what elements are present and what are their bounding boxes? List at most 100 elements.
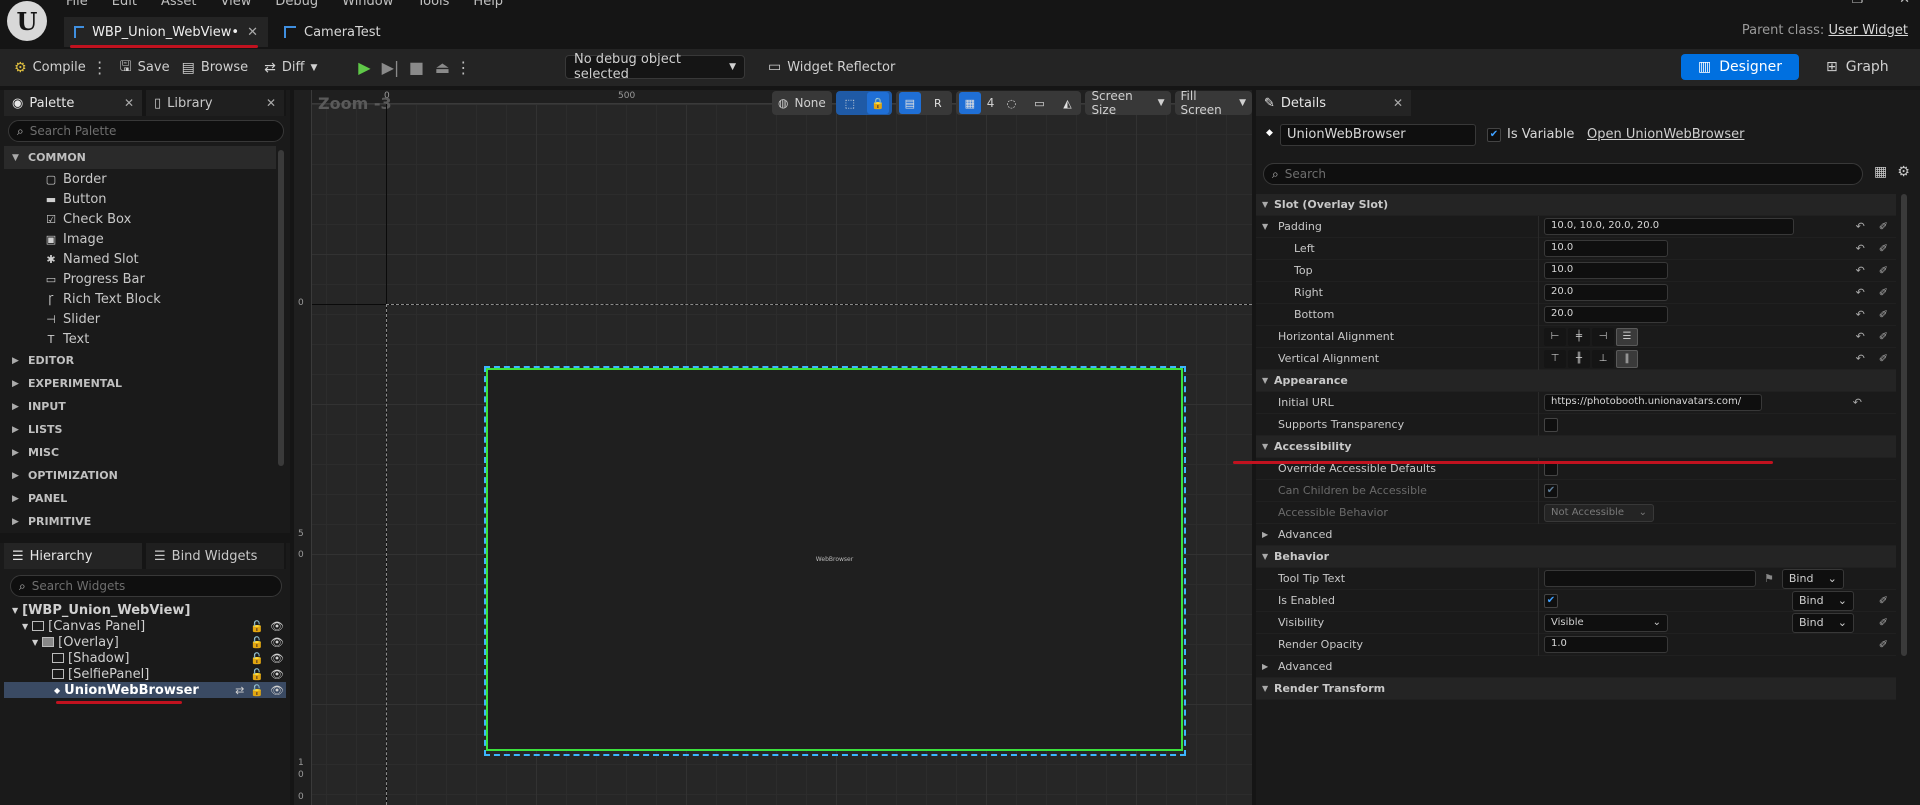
category-input[interactable]: ▶ INPUT: [4, 395, 276, 418]
tab-hierarchy[interactable]: ☰ Hierarchy: [4, 543, 142, 569]
tree-row-canvas-panel[interactable]: ▼ [Canvas Panel] 🔓 👁: [4, 618, 286, 634]
visibility-select[interactable]: Visible ⌄: [1544, 613, 1668, 632]
widget-name-input[interactable]: UnionWebBrowser: [1280, 124, 1476, 146]
menu-window[interactable]: Window: [342, 0, 393, 10]
browse-button[interactable]: ▤ Browse: [176, 54, 255, 82]
section-accessibility[interactable]: ▼ Accessibility: [1256, 436, 1896, 458]
close-icon[interactable]: ✕: [247, 25, 258, 40]
lock-icon[interactable]: 🔓: [250, 636, 264, 649]
category-editor[interactable]: ▶ EDITOR: [4, 349, 276, 372]
align-top-icon[interactable]: ⊤: [1544, 349, 1566, 368]
reset-icon[interactable]: ↶: [1856, 220, 1865, 233]
category-misc[interactable]: ▶ MISC: [4, 441, 276, 464]
close-window-icon[interactable]: ✕: [1899, 0, 1910, 7]
tree-row-selfie-panel[interactable]: [SelfiePanel] 🔓 👁: [4, 666, 286, 682]
diff-button[interactable]: ⇄ Diff ▼: [258, 54, 323, 82]
render-opacity-input[interactable]: 1.0: [1544, 636, 1668, 653]
padding-left-input[interactable]: 10.0: [1544, 240, 1668, 257]
gear-icon[interactable]: ⚙: [1897, 164, 1910, 180]
parent-class-link[interactable]: User Widget: [1828, 23, 1908, 38]
web-browser-widget[interactable]: WebBrowser: [486, 368, 1183, 751]
palette-item-checkbox[interactable]: ☑ Check Box: [4, 209, 276, 229]
menu-debug[interactable]: Debug: [275, 0, 318, 10]
visibility-bind-button[interactable]: Bind ⌄: [1792, 612, 1854, 633]
table-view-icon[interactable]: ▦: [1874, 164, 1887, 180]
section-behavior[interactable]: ▼ Behavior: [1256, 546, 1896, 568]
close-icon[interactable]: ✕: [1393, 96, 1403, 110]
reset-icon[interactable]: ↶: [1856, 286, 1865, 299]
play-options-icon[interactable]: ⋮: [455, 58, 471, 77]
reset-icon[interactable]: ↶: [1856, 242, 1865, 255]
section-render-transform[interactable]: ▼ Render Transform: [1256, 678, 1896, 700]
maximize-icon[interactable]: ❐: [1851, 0, 1863, 7]
compile-options-icon[interactable]: ⋮: [92, 58, 108, 77]
align-fill-icon[interactable]: ☰: [1616, 327, 1638, 346]
is-enabled-checkbox[interactable]: ✔: [1544, 593, 1558, 608]
lock-icon[interactable]: 🔓: [250, 620, 264, 633]
reset-icon[interactable]: ↶: [1856, 264, 1865, 277]
screen-size-dropdown[interactable]: Screen Size ▼: [1085, 90, 1171, 117]
initial-url-input[interactable]: https://photobooth.unionavatars.com/: [1544, 394, 1762, 411]
eyedropper-icon[interactable]: ✐: [1879, 286, 1888, 299]
tooltip-bind-button[interactable]: Bind ⌄: [1781, 568, 1844, 589]
category-optimization[interactable]: ▶ OPTIMIZATION: [4, 464, 276, 487]
tree-row-root[interactable]: ▼ [WBP_Union_WebView]: [4, 602, 286, 618]
reset-icon[interactable]: ↶: [1856, 330, 1865, 343]
padding-input[interactable]: 10.0, 10.0, 20.0, 20.0: [1544, 218, 1794, 235]
align-center-icon[interactable]: ╪: [1568, 327, 1590, 346]
details-scrollbar[interactable]: [1901, 194, 1907, 656]
preview-image-icon[interactable]: ▭: [1028, 92, 1050, 114]
is-enabled-bind-button[interactable]: Bind ⌄: [1792, 590, 1854, 611]
tab-bind-widgets[interactable]: ☰ Bind Widgets: [146, 543, 284, 569]
palette-item-slider[interactable]: ⊣ Slider: [4, 309, 276, 329]
category-lists[interactable]: ▶ LISTS: [4, 418, 276, 441]
eyedropper-icon[interactable]: ✐: [1879, 616, 1888, 629]
align-middle-icon[interactable]: ╫: [1568, 349, 1590, 368]
grid-snap-value[interactable]: 4: [987, 96, 995, 110]
menu-help[interactable]: Help: [473, 0, 503, 10]
eyedropper-icon[interactable]: ✐: [1879, 330, 1888, 343]
tree-row-overlay[interactable]: ▼ [Overlay] 🔓 👁: [4, 634, 286, 650]
section-accessibility-advanced[interactable]: ▶ Advanced: [1256, 524, 1896, 546]
category-common[interactable]: ▼ COMMON: [4, 146, 276, 169]
menu-file[interactable]: File: [66, 0, 88, 10]
eyedropper-icon[interactable]: ✐: [1879, 594, 1888, 607]
eyedropper-icon[interactable]: ✐: [1879, 242, 1888, 255]
eyedropper-icon[interactable]: ✐: [1879, 638, 1888, 651]
palette-item-button[interactable]: ▬ Button: [4, 189, 276, 209]
tab-library[interactable]: ▯ Library ✕: [146, 90, 284, 116]
section-appearance[interactable]: ▼ Appearance: [1256, 370, 1896, 392]
reset-icon[interactable]: ↶: [1853, 396, 1862, 409]
eyedropper-icon[interactable]: ✐: [1879, 352, 1888, 365]
eye-icon[interactable]: 👁: [270, 684, 284, 697]
tree-row-union-web-browser[interactable]: ◆ UnionWebBrowser ⇄ 🔓 👁: [4, 682, 286, 698]
hierarchy-search-input[interactable]: ⌕ Search Widgets: [10, 575, 282, 597]
lock-icon[interactable]: 🔒: [866, 92, 889, 114]
padding-right-input[interactable]: 20.0: [1544, 284, 1668, 301]
eye-icon[interactable]: 👁: [270, 652, 284, 665]
palette-scrollbar[interactable]: [278, 150, 284, 466]
play-button[interactable]: ▶: [351, 55, 377, 81]
stop-icon[interactable]: ■: [403, 55, 429, 81]
palette-item-image[interactable]: ▣ Image: [4, 229, 276, 249]
unreal-logo-icon[interactable]: U: [7, 1, 47, 41]
step-icon[interactable]: ▶|: [377, 55, 403, 81]
is-variable-checkbox[interactable]: ✔: [1487, 127, 1501, 142]
palette-item-progress-bar[interactable]: ▭ Progress Bar: [4, 269, 276, 289]
compile-button[interactable]: ⚙ Compile: [8, 54, 92, 82]
align-bottom-icon[interactable]: ⊥: [1592, 349, 1614, 368]
fill-screen-dropdown[interactable]: Fill Screen ▼: [1174, 90, 1252, 117]
close-icon[interactable]: ✕: [266, 96, 276, 110]
supports-transparency-checkbox[interactable]: [1544, 417, 1558, 432]
section-behavior-advanced[interactable]: ▶ Advanced: [1256, 656, 1896, 678]
flag-icon[interactable]: ⚑: [1764, 572, 1774, 585]
grid-snap-icon[interactable]: ▦: [958, 92, 981, 114]
palette-item-text[interactable]: T Text: [4, 329, 276, 349]
localization-preview-button[interactable]: ◍ None: [772, 91, 832, 115]
menu-view[interactable]: View: [221, 0, 252, 10]
eject-icon[interactable]: ⏏: [429, 55, 455, 81]
palette-item-rich-text-block[interactable]: Ꞅ Rich Text Block: [4, 289, 276, 309]
menu-asset[interactable]: Asset: [161, 0, 197, 10]
padding-bottom-input[interactable]: 20.0: [1544, 306, 1668, 323]
debug-object-select[interactable]: No debug object selected ▼: [565, 52, 745, 82]
